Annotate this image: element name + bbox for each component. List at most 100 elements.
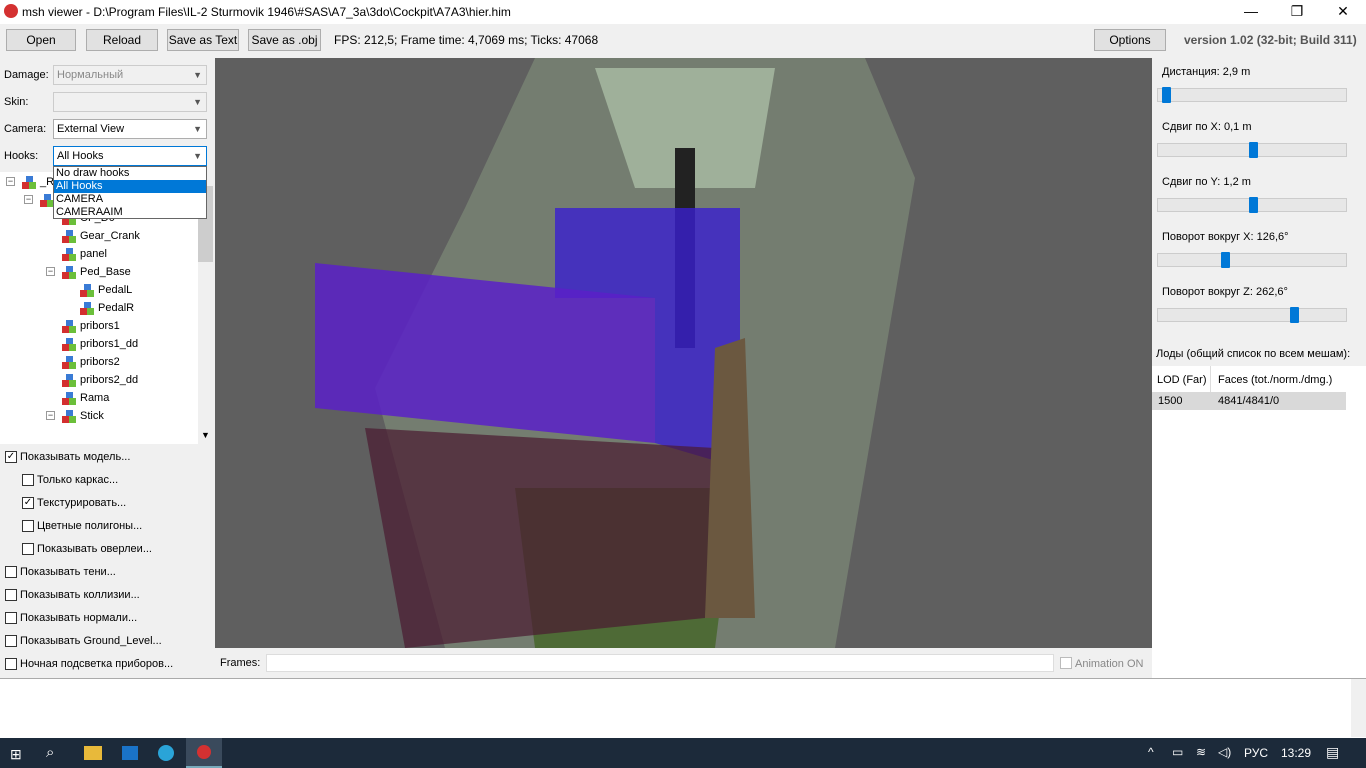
tree-item[interactable]: PedalL [80,281,132,299]
checkbox-box[interactable] [22,474,34,487]
damage-select[interactable]: Нормальный ▼ [53,65,207,85]
tree-item[interactable]: pribors1 [62,317,120,335]
slider-thumb[interactable] [1221,252,1231,268]
search-icon[interactable]: ⌕ [46,744,54,761]
hooks-option[interactable]: All Hooks [54,180,206,193]
windows-start-icon[interactable]: ⊞ [10,746,22,763]
slider[interactable] [1157,142,1347,158]
mail-icon[interactable] [122,746,138,760]
reload-button[interactable]: Reload [86,29,158,51]
file-explorer-icon[interactable] [84,746,102,760]
mesh-icon [62,247,76,261]
tree-item[interactable]: pribors1_dd [62,335,138,353]
option-checkbox[interactable]: Показывать оверлеи... [22,540,152,558]
scroll-down-icon[interactable]: ▼ [201,430,210,440]
minimize-button[interactable]: — [1228,0,1274,24]
collapse-toggle[interactable]: − [46,267,55,276]
lod-header[interactable]: LOD (Far) [1157,374,1207,386]
checkbox-box[interactable] [5,635,17,648]
option-checkbox[interactable]: Показывать нормали... [5,609,137,627]
option-checkbox[interactable]: Показывать Ground_Level... [5,632,162,650]
slider[interactable] [1157,307,1347,323]
open-button[interactable]: Open [6,29,76,51]
hooks-select[interactable]: All Hooks ▼ [53,146,207,166]
option-checkbox[interactable]: Только каркас... [22,471,118,489]
app-icon [4,4,18,18]
tree-item-label: _R [40,176,55,188]
tree-item[interactable]: _R [22,173,54,191]
slider-thumb[interactable] [1290,307,1300,323]
checkbox-box[interactable] [5,658,17,671]
tree-item[interactable]: PedalR [80,299,134,317]
slider[interactable] [1157,197,1347,213]
language-indicator[interactable]: РУС [1244,746,1268,760]
slider-thumb[interactable] [1248,142,1258,158]
tree-item[interactable]: Rama [62,389,109,407]
tree-item[interactable]: Stick [62,407,104,425]
slider[interactable] [1157,87,1347,103]
slider[interactable] [1157,252,1347,268]
notifications-icon[interactable]: ▤ [1326,744,1339,761]
chevron-down-icon: ▼ [193,97,202,107]
table-row[interactable]: 1500 4841/4841/0 [1152,392,1346,410]
3d-viewport[interactable] [215,58,1152,648]
hooks-option[interactable]: CAMERA [54,193,206,206]
close-button[interactable]: ✕ [1320,0,1366,24]
tree-item[interactable]: pribors2_dd [62,371,138,389]
checkbox-box[interactable] [22,520,34,533]
option-checkbox[interactable]: Ночная подсветка приборов... [5,655,173,673]
tree-item[interactable]: pribors2 [62,353,120,371]
output-log[interactable] [0,678,1366,738]
right-panel: Дистанция: 2,9 m Сдвиг по X: 0,1 m Сдвиг п… [1152,58,1366,678]
checkbox-box[interactable] [5,612,17,625]
checkbox-box[interactable]: ✓ [22,497,34,510]
skin-select[interactable]: ▼ [53,92,207,112]
options-button[interactable]: Options [1094,29,1166,51]
tree-item-label: pribors2 [80,356,120,368]
damage-label: Damage: [4,69,49,81]
slider-thumb[interactable] [1161,87,1171,103]
hooks-option[interactable]: CAMERAAIM [54,206,206,219]
cockpit-render [315,58,915,648]
hooks-option[interactable]: No draw hooks [54,167,206,180]
option-checkbox[interactable]: ✓ Текстурировать... [22,494,126,512]
option-checkbox[interactable]: Показывать коллизии... [5,586,140,604]
animation-checkbox[interactable] [1060,657,1072,669]
collapse-toggle[interactable]: − [24,195,33,204]
battery-icon[interactable]: ▭ [1172,745,1183,759]
tree-item[interactable]: Ped_Base [62,263,131,281]
faces-cell: 4841/4841/0 [1218,395,1280,407]
slider-thumb[interactable] [1248,197,1258,213]
option-checkbox[interactable]: Показывать тени... [5,563,116,581]
mesh-icon [62,265,76,279]
tray-chevron-icon[interactable]: ^ [1148,745,1154,759]
option-checkbox[interactable]: ✓ Показывать модель... [5,448,130,466]
tree-item-label: pribors2_dd [80,374,139,386]
tree-item[interactable]: panel [62,245,107,263]
checkbox-box[interactable] [5,589,17,602]
slider-label: Поворот вокруг Z: 262,6° [1162,286,1288,298]
faces-header[interactable]: Faces (tot./norm./dmg.) [1218,374,1332,386]
msh-viewer-taskbar-button[interactable] [186,738,222,768]
checkbox-label: Показывать нормали... [20,612,138,624]
volume-icon[interactable]: ◁) [1218,745,1231,759]
save-as-obj-button[interactable]: Save as .obj [248,29,321,51]
checkbox-box[interactable] [22,543,34,556]
log-scrollbar[interactable] [1351,679,1366,737]
wifi-icon[interactable]: ≋ [1196,745,1206,759]
chevron-down-icon: ▼ [193,124,202,134]
clock[interactable]: 13:29 [1281,746,1311,760]
tree-item[interactable]: Gear_Crank [62,227,140,245]
save-as-text-button[interactable]: Save as Text [167,29,239,51]
collapse-toggle[interactable]: − [46,411,55,420]
frames-slider[interactable] [266,654,1054,672]
camera-select[interactable]: External View ▼ [53,119,207,139]
slider-label: Сдвиг по X: 0,1 m [1162,121,1252,133]
checkbox-box[interactable]: ✓ [5,451,17,464]
checkbox-box[interactable] [5,566,17,579]
option-checkbox[interactable]: Цветные полигоны... [22,517,142,535]
slider-label: Поворот вокруг X: 126,6° [1162,231,1289,243]
maximize-button[interactable]: ❐ [1274,0,1320,24]
collapse-toggle[interactable]: − [6,177,15,186]
edge-icon[interactable] [158,745,174,761]
